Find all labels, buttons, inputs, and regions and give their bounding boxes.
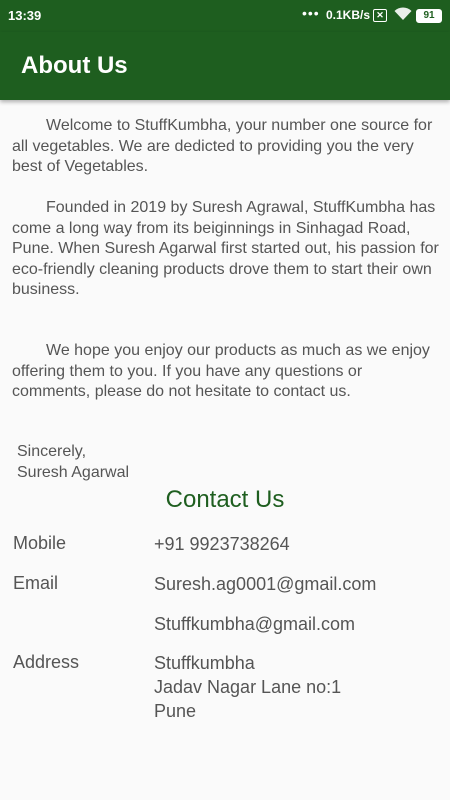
- email-value-1[interactable]: Suresh.ag0001@gmail.com: [154, 572, 376, 596]
- about-paragraph-2: Founded in 2019 by Suresh Agrawal, Stuff…: [12, 199, 439, 298]
- signature-name: Suresh Agarwal: [17, 463, 130, 481]
- battery-icon: 91: [416, 9, 442, 23]
- network-speed: 0.1KB/s: [326, 8, 371, 22]
- mobile-label: Mobile: [13, 533, 67, 553]
- address-line-1: Stuffkumbha: [154, 653, 255, 673]
- status-time: 13:39: [8, 8, 42, 23]
- status-bar: 13:39 ••• 0.1KB/s ✕ 91: [0, 0, 450, 32]
- address-value: Stuffkumbha Jadav Nagar Lane no:1 Pune: [154, 651, 341, 723]
- contact-heading: Contact Us: [165, 486, 285, 513]
- email-label: Email: [13, 573, 59, 593]
- mobile-value[interactable]: +91 9923738264: [154, 532, 290, 556]
- address-label: Address: [13, 652, 80, 672]
- app-bar: About Us: [0, 32, 450, 100]
- page-title: About Us: [21, 52, 128, 79]
- about-paragraph-3: We hope you enjoy our products as much a…: [12, 342, 430, 400]
- address-line-2: Jadav Nagar Lane no:1: [154, 677, 342, 697]
- no-sim-icon: ✕: [373, 9, 387, 22]
- address-line-3: Pune: [154, 701, 197, 721]
- signoff-text: Sincerely,: [17, 443, 87, 460]
- wifi-icon: [394, 7, 412, 26]
- email-value-2[interactable]: Stuffkumbha@gmail.com: [154, 612, 355, 636]
- signoff-block: Sincerely, Suresh Agarwal: [17, 442, 129, 483]
- notification-dots-icon: •••: [302, 5, 320, 21]
- about-paragraph-1: Welcome to StuffKumbha, your number one …: [12, 117, 433, 175]
